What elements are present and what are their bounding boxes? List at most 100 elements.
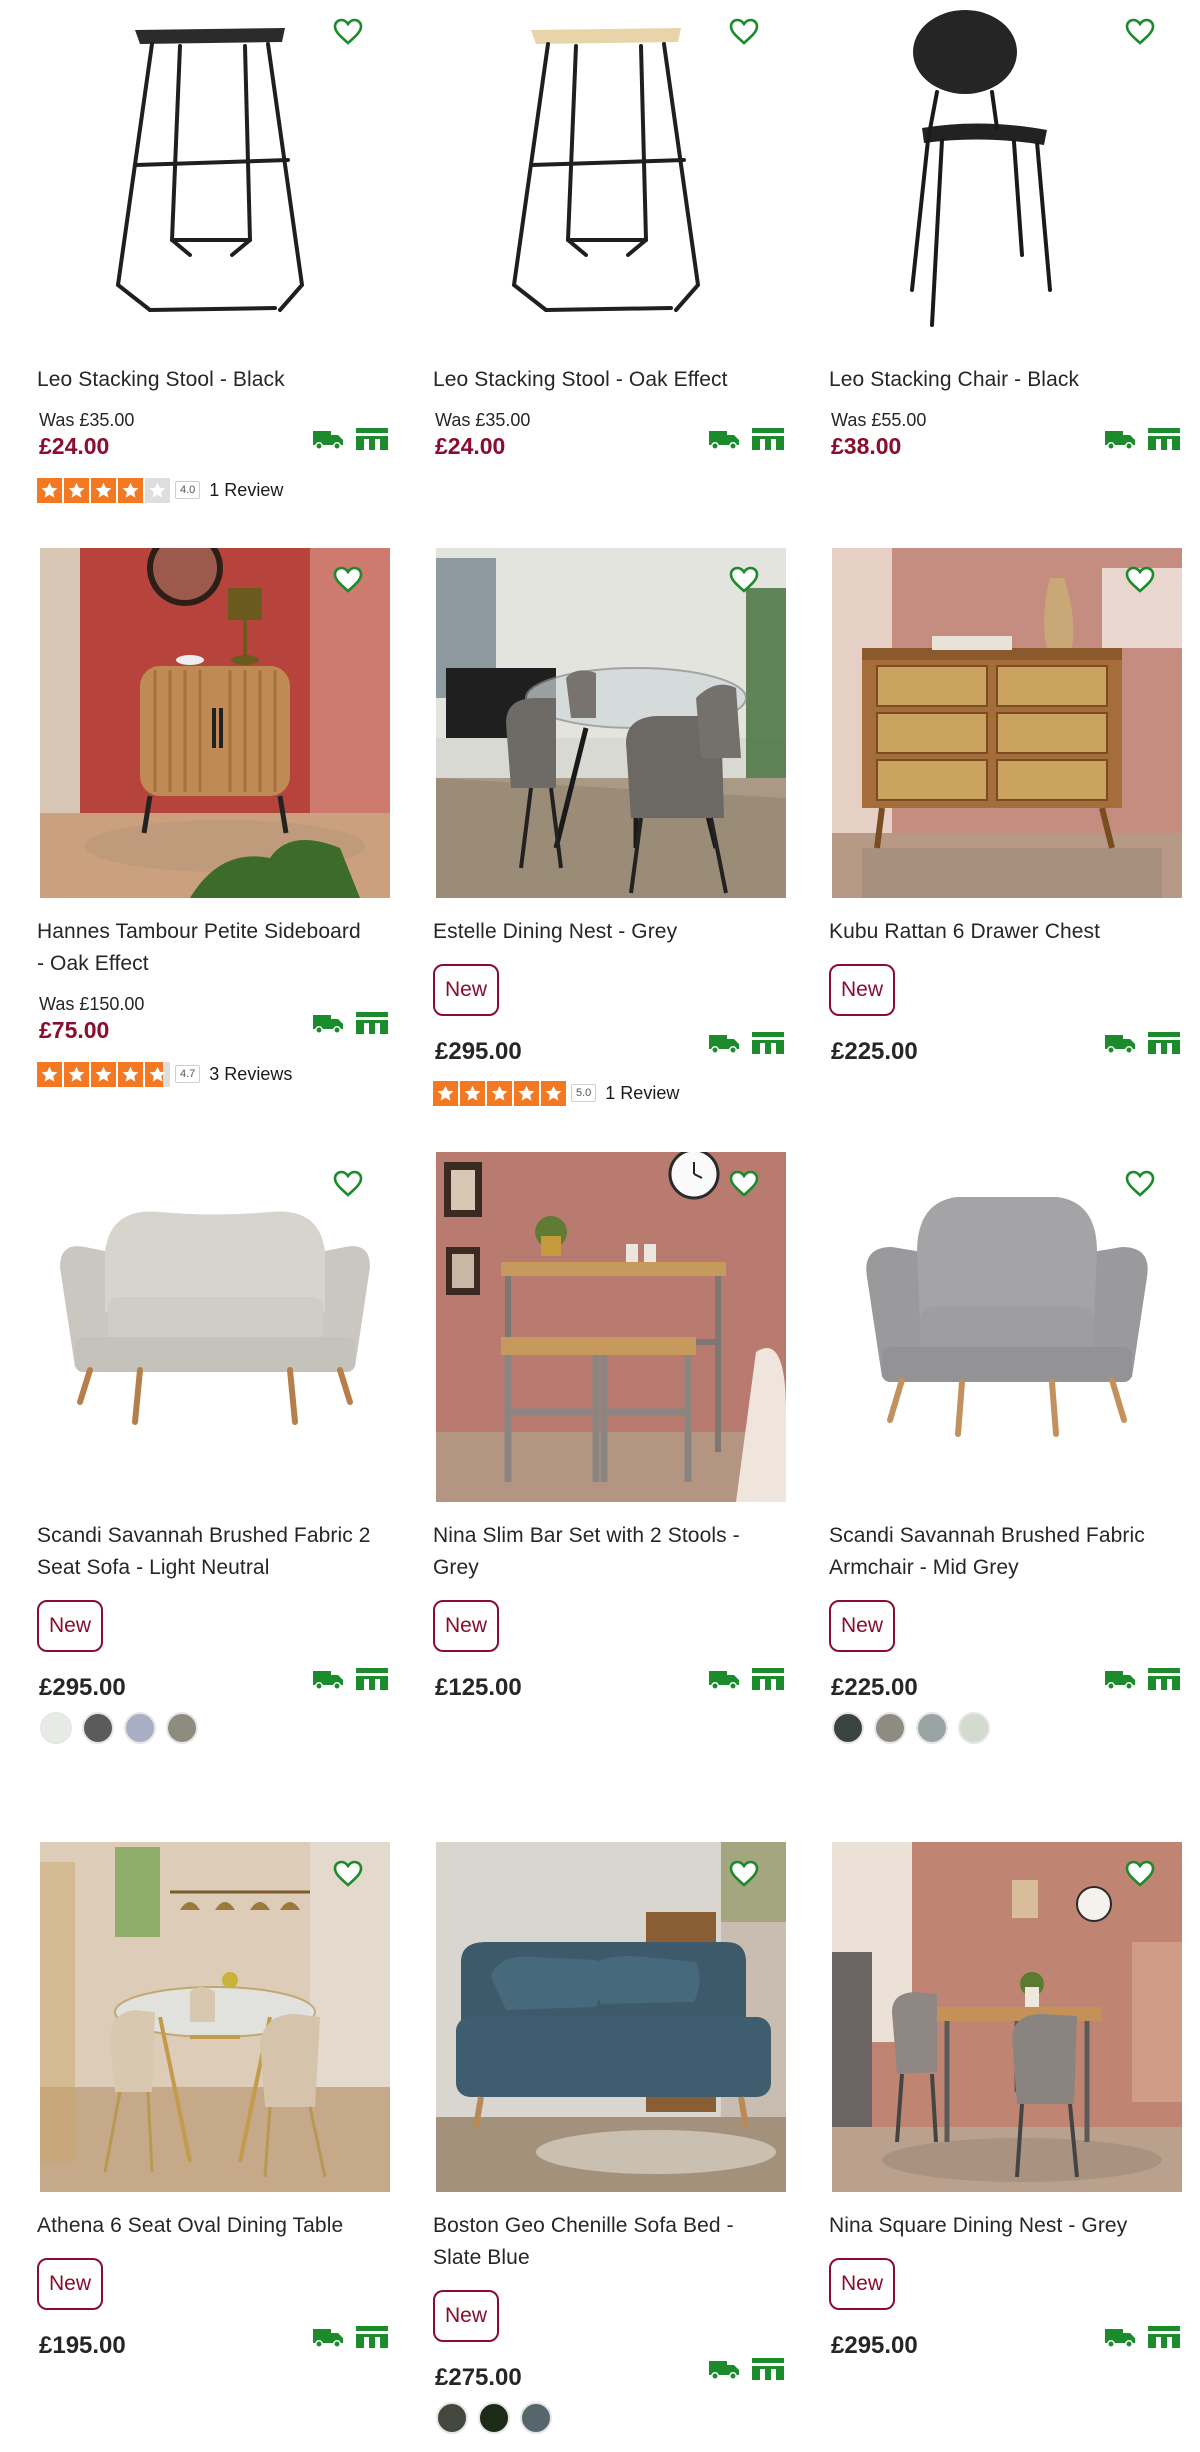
product-image[interactable] — [436, 548, 786, 898]
star-icon — [118, 1061, 143, 1087]
delivery-truck-icon — [1105, 2329, 1135, 2348]
colour-swatch[interactable] — [40, 1712, 72, 1744]
colour-swatch[interactable] — [166, 1712, 198, 1744]
rating-score: 4.7 — [175, 1065, 201, 1083]
wishlist-heart-icon[interactable] — [728, 1168, 760, 1200]
rating[interactable]: 4.0 1 Review — [37, 476, 283, 504]
colour-swatches — [436, 2402, 552, 2434]
product-title[interactable]: Nina Square Dining Nest - Grey — [829, 2210, 1189, 2242]
store-collection-icon — [752, 2358, 784, 2380]
delivery-truck-icon — [709, 1035, 739, 1054]
colour-swatch[interactable] — [958, 1712, 990, 1744]
product-image[interactable] — [40, 548, 390, 898]
product-title[interactable]: Kubu Rattan 6 Drawer Chest — [829, 916, 1189, 948]
product-image[interactable] — [832, 0, 1182, 350]
colour-swatch[interactable] — [124, 1712, 156, 1744]
delivery-truck-icon — [1105, 431, 1135, 450]
product-price: £295.00 — [831, 2332, 918, 2359]
sale-price: £38.00 — [831, 433, 902, 459]
colour-swatches — [832, 1712, 990, 1744]
product-image[interactable] — [832, 1152, 1182, 1502]
product-title[interactable]: Leo Stacking Stool - Black — [37, 364, 397, 396]
store-collection-icon — [356, 1668, 388, 1690]
delivery-truck-icon — [709, 2361, 739, 2380]
review-count[interactable]: 3 Reviews — [209, 1064, 292, 1085]
product-title[interactable]: Boston Geo Chenille Sofa Bed - Slate Blue — [433, 2210, 793, 2274]
was-price: Was £35.00 — [39, 410, 135, 430]
product-title[interactable]: Scandi Savannah Brushed Fabric 2 Seat Sof… — [37, 1520, 397, 1584]
review-count[interactable]: 1 Review — [605, 1083, 679, 1104]
was-price: Was £55.00 — [831, 410, 927, 430]
star-icon — [145, 477, 170, 503]
wishlist-heart-icon[interactable] — [1124, 1168, 1156, 1200]
product-image[interactable] — [832, 1842, 1182, 2192]
wishlist-heart-icon[interactable] — [332, 16, 364, 48]
colour-swatches — [40, 1712, 198, 1744]
delivery-truck-icon — [1105, 1035, 1135, 1054]
sale-price: £24.00 — [39, 433, 110, 459]
product-price: £295.00 — [39, 1674, 126, 1701]
new-badge: New — [433, 964, 499, 1016]
rating[interactable]: 4.7 3 Reviews — [37, 1060, 292, 1088]
was-price: Was £35.00 — [435, 410, 531, 430]
delivery-truck-icon — [313, 1015, 343, 1034]
was-price: Was £150.00 — [39, 994, 145, 1014]
product-image[interactable] — [40, 0, 390, 350]
product-title[interactable]: Nina Slim Bar Set with 2 Stools - Grey — [433, 1520, 793, 1584]
colour-swatch[interactable] — [832, 1712, 864, 1744]
colour-swatch[interactable] — [916, 1712, 948, 1744]
colour-swatch[interactable] — [436, 2402, 468, 2434]
wishlist-heart-icon[interactable] — [728, 16, 760, 48]
colour-swatch[interactable] — [82, 1712, 114, 1744]
colour-swatch[interactable] — [520, 2402, 552, 2434]
product-price: £225.00 — [831, 1674, 918, 1701]
store-collection-icon — [1148, 428, 1180, 450]
store-collection-icon — [752, 1668, 784, 1690]
product-image[interactable] — [436, 1842, 786, 2192]
product-price: £225.00 — [831, 1038, 918, 1065]
new-badge: New — [37, 1600, 103, 1652]
wishlist-heart-icon[interactable] — [332, 1858, 364, 1890]
star-icon — [37, 477, 62, 503]
product-price: £195.00 — [39, 2332, 126, 2359]
product-title[interactable]: Leo Stacking Stool - Oak Effect — [433, 364, 793, 396]
store-collection-icon — [752, 1032, 784, 1054]
star-icon — [541, 1080, 566, 1106]
delivery-truck-icon — [1105, 1671, 1135, 1690]
delivery-truck-icon — [709, 1671, 739, 1690]
product-title[interactable]: Hannes Tambour Petite Sideboard - Oak Eff… — [37, 916, 397, 980]
delivery-truck-icon — [313, 2329, 343, 2348]
new-badge: New — [829, 1600, 895, 1652]
new-badge: New — [829, 964, 895, 1016]
product-image[interactable] — [40, 1842, 390, 2192]
product-title[interactable]: Estelle Dining Nest - Grey — [433, 916, 793, 948]
colour-swatch[interactable] — [874, 1712, 906, 1744]
product-image[interactable] — [832, 548, 1182, 898]
product-image[interactable] — [40, 1152, 390, 1502]
star-icon — [460, 1080, 485, 1106]
wishlist-heart-icon[interactable] — [1124, 1858, 1156, 1890]
wishlist-heart-icon[interactable] — [1124, 564, 1156, 596]
wishlist-heart-icon[interactable] — [728, 564, 760, 596]
new-badge: New — [829, 2258, 895, 2310]
delivery-truck-icon — [313, 431, 343, 450]
product-price: £295.00 — [435, 1038, 522, 1065]
colour-swatch[interactable] — [478, 2402, 510, 2434]
sale-price: £75.00 — [39, 1017, 110, 1043]
star-icon — [64, 1061, 89, 1087]
product-title[interactable]: Leo Stacking Chair - Black — [829, 364, 1189, 396]
wishlist-heart-icon[interactable] — [332, 564, 364, 596]
store-collection-icon — [1148, 1668, 1180, 1690]
wishlist-heart-icon[interactable] — [728, 1858, 760, 1890]
product-price: £125.00 — [435, 1674, 522, 1701]
product-title[interactable]: Scandi Savannah Brushed Fabric Armchair -… — [829, 1520, 1189, 1584]
wishlist-heart-icon[interactable] — [1124, 16, 1156, 48]
product-title[interactable]: Athena 6 Seat Oval Dining Table — [37, 2210, 397, 2242]
store-collection-icon — [1148, 1032, 1180, 1054]
product-image[interactable] — [436, 1152, 786, 1502]
rating[interactable]: 5.0 1 Review — [433, 1079, 679, 1107]
product-image[interactable] — [436, 0, 786, 350]
review-count[interactable]: 1 Review — [209, 480, 283, 501]
sale-price: £24.00 — [435, 433, 506, 459]
wishlist-heart-icon[interactable] — [332, 1168, 364, 1200]
